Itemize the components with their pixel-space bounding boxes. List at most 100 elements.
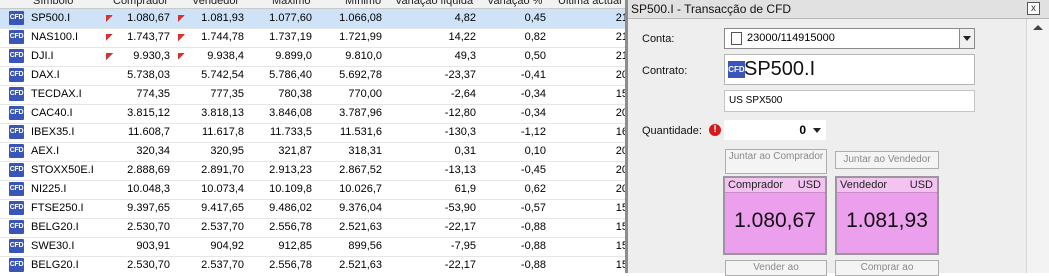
symbol-cell: SP500.I: [31, 12, 71, 24]
buyer-cell: 903,91: [136, 240, 170, 252]
seller-price-tile[interactable]: Vendedor USD 1.081,93: [835, 176, 939, 255]
col-header-symbol[interactable]: Símbolo: [33, 0, 73, 8]
symbol-cell: DAX.I: [31, 69, 60, 81]
table-row[interactable]: CFD IBEX35.I 11.608,7 11.617,8 11.733,5 11.53…: [0, 123, 628, 143]
net-change-cell: 14,22: [448, 31, 476, 43]
buyer-price-tile[interactable]: Comprador USD 1.080,67: [723, 176, 827, 255]
buyer-cell: 320,34: [136, 145, 170, 157]
min-cell: 899,56: [348, 240, 382, 252]
table-row[interactable]: CFD BELG20.I 2.530,70 2.537,70 2.556,78 2.521…: [0, 218, 628, 238]
quantity-value: 0: [799, 123, 806, 137]
table-row[interactable]: CFD SWE30.I 903,91 904,92 912,85 899,56 -7,95 -…: [0, 237, 628, 257]
col-header-min[interactable]: Mínimo: [345, 0, 381, 8]
seller-cell: 5.742,54: [201, 69, 244, 81]
net-change-cell: 4,82: [454, 12, 476, 24]
table-row[interactable]: CFD CAC40.I 3.815,12 3.818,13 3.846,08 3.787,…: [0, 104, 628, 124]
seller-tile-label: Vendedor: [840, 179, 888, 191]
panel-title-bar: SP500.I - Transacção de CFD x: [628, 0, 1049, 19]
max-cell: 1.737,19: [269, 31, 312, 43]
table-row[interactable]: CFD SP500.I 1.080,67 1.081,93 1.077,60 1.066,…: [0, 9, 628, 29]
pct-change-cell: 0,45: [524, 12, 546, 24]
seller-cell: 10.073,4: [201, 183, 244, 195]
trend-up-icon: [178, 34, 185, 41]
table-row[interactable]: CFD DAX.I 5.738,03 5.742,54 5.786,40 5.692,78…: [0, 66, 628, 86]
net-change-cell: -130,3: [444, 126, 476, 138]
join-seller-button[interactable]: Juntar ao Vendedor: [835, 151, 939, 169]
scrollbar[interactable]: [1026, 19, 1049, 273]
max-cell: 11.733,5: [269, 126, 312, 138]
buyer-price: 1.080,67: [734, 209, 816, 232]
buyer-cell: 2.530,70: [127, 221, 170, 233]
table-row[interactable]: CFD AEX.I 320,34 320,95 321,87 318,31 0,31 0,10…: [0, 142, 628, 162]
table-row[interactable]: CFD NI225.I 10.048,3 10.073,4 10.109,8 10.026…: [0, 180, 628, 200]
net-change-cell: -2,64: [450, 88, 476, 100]
col-header-net-change[interactable]: Variação líquida: [395, 0, 473, 8]
max-cell: 2.556,78: [269, 221, 312, 233]
contract-label: Contrato:: [642, 65, 688, 77]
contract-field[interactable]: CFD SP500.I: [724, 54, 975, 85]
seller-cell: 11.617,8: [201, 126, 244, 138]
col-header-pct-change[interactable]: Variação %: [487, 0, 542, 8]
buyer-cell: 3.815,12: [127, 107, 170, 119]
table-row[interactable]: CFD STOXX50E.I 2.888,69 2.891,70 2.913,23 2.8…: [0, 161, 628, 181]
pct-change-cell: -0,45: [520, 164, 546, 176]
pct-change-cell: 0,10: [524, 145, 546, 157]
max-cell: 5.786,40: [269, 69, 312, 81]
table-row[interactable]: CFD DJI.I 9.930,3 9.938,4 9.899,0 9.810,0 49,3…: [0, 47, 628, 67]
net-change-cell: 49,3: [454, 50, 476, 62]
buyer-cell: 10.048,3: [127, 183, 170, 195]
col-header-buyer[interactable]: Comprador: [113, 0, 168, 8]
net-change-cell: -13,13: [444, 164, 476, 176]
min-cell: 3.787,96: [339, 107, 382, 119]
min-cell: 9.376,04: [339, 202, 382, 214]
max-cell: 10.109,8: [269, 183, 312, 195]
panel-title: SP500.I - Transacção de CFD: [631, 2, 792, 16]
trend-up-icon: [178, 53, 185, 60]
table-row[interactable]: CFD BELG20.I 2.530,70 2.537,70 2.556,78 2.521…: [0, 256, 628, 273]
buyer-cell: 9.397,65: [127, 202, 170, 214]
net-change-cell: -12,80: [444, 107, 476, 119]
pct-change-cell: -0,34: [520, 107, 546, 119]
table-row[interactable]: CFD TECDAX.I 774,35 777,35 780,38 770,00 -2,64…: [0, 85, 628, 105]
table-header: Símbolo Comprador Vendedor Máximo Mínimo…: [0, 0, 628, 9]
col-header-last-update[interactable]: Última actual: [558, 0, 622, 8]
table-row[interactable]: CFD FTSE250.I 9.397,65 9.417,65 9.486,02 9.37…: [0, 199, 628, 219]
net-change-cell: -23,37: [444, 69, 476, 81]
buyer-cell: 5.738,03: [127, 69, 170, 81]
cfd-icon: CFD: [9, 258, 24, 272]
sell-to-button[interactable]: Vender ao: [725, 260, 827, 276]
pct-change-cell: -0,88: [520, 259, 546, 271]
net-change-cell: -7,95: [450, 240, 476, 252]
pct-change-cell: -1,12: [520, 126, 546, 138]
warning-icon: !: [709, 124, 721, 136]
col-header-seller[interactable]: Vendedor: [192, 0, 239, 8]
quantity-input[interactable]: 0: [724, 120, 826, 140]
max-cell: 912,85: [278, 240, 312, 252]
cfd-icon: CFD: [9, 106, 24, 120]
join-buyer-button[interactable]: Juntar ao Comprador: [725, 149, 827, 174]
cfd-icon: CFD: [9, 163, 24, 177]
max-cell: 9.486,02: [269, 202, 312, 214]
seller-tile-header: Vendedor USD: [837, 178, 937, 193]
close-icon[interactable]: x: [1027, 2, 1040, 15]
account-label: Conta:: [642, 33, 675, 45]
cfd-icon: CFD: [9, 87, 24, 101]
pct-change-cell: -0,88: [520, 240, 546, 252]
col-header-max[interactable]: Máximo: [272, 0, 311, 8]
symbol-cell: BELG20.I: [31, 259, 79, 271]
trend-up-icon: [106, 34, 113, 41]
symbol-cell: AEX.I: [31, 145, 60, 157]
max-cell: 780,38: [278, 88, 312, 100]
account-select[interactable]: 23000/114915000: [724, 28, 975, 49]
scroll-up-icon[interactable]: [1033, 25, 1043, 30]
symbol-cell: SWE30.I: [31, 240, 75, 252]
table-row[interactable]: CFD NAS100.I 1.743,77 1.744,78 1.737,19 1.721…: [0, 28, 628, 48]
seller-cell: 3.818,13: [201, 107, 244, 119]
chevron-down-icon[interactable]: [813, 128, 821, 133]
buy-from-button[interactable]: Comprar ao: [835, 260, 939, 276]
cfd-icon: CFD: [9, 125, 24, 139]
buyer-cell: 774,35: [136, 88, 170, 100]
chevron-down-icon[interactable]: [959, 29, 974, 48]
net-change-cell: 0,31: [454, 145, 476, 157]
cfd-icon: CFD: [9, 68, 24, 82]
